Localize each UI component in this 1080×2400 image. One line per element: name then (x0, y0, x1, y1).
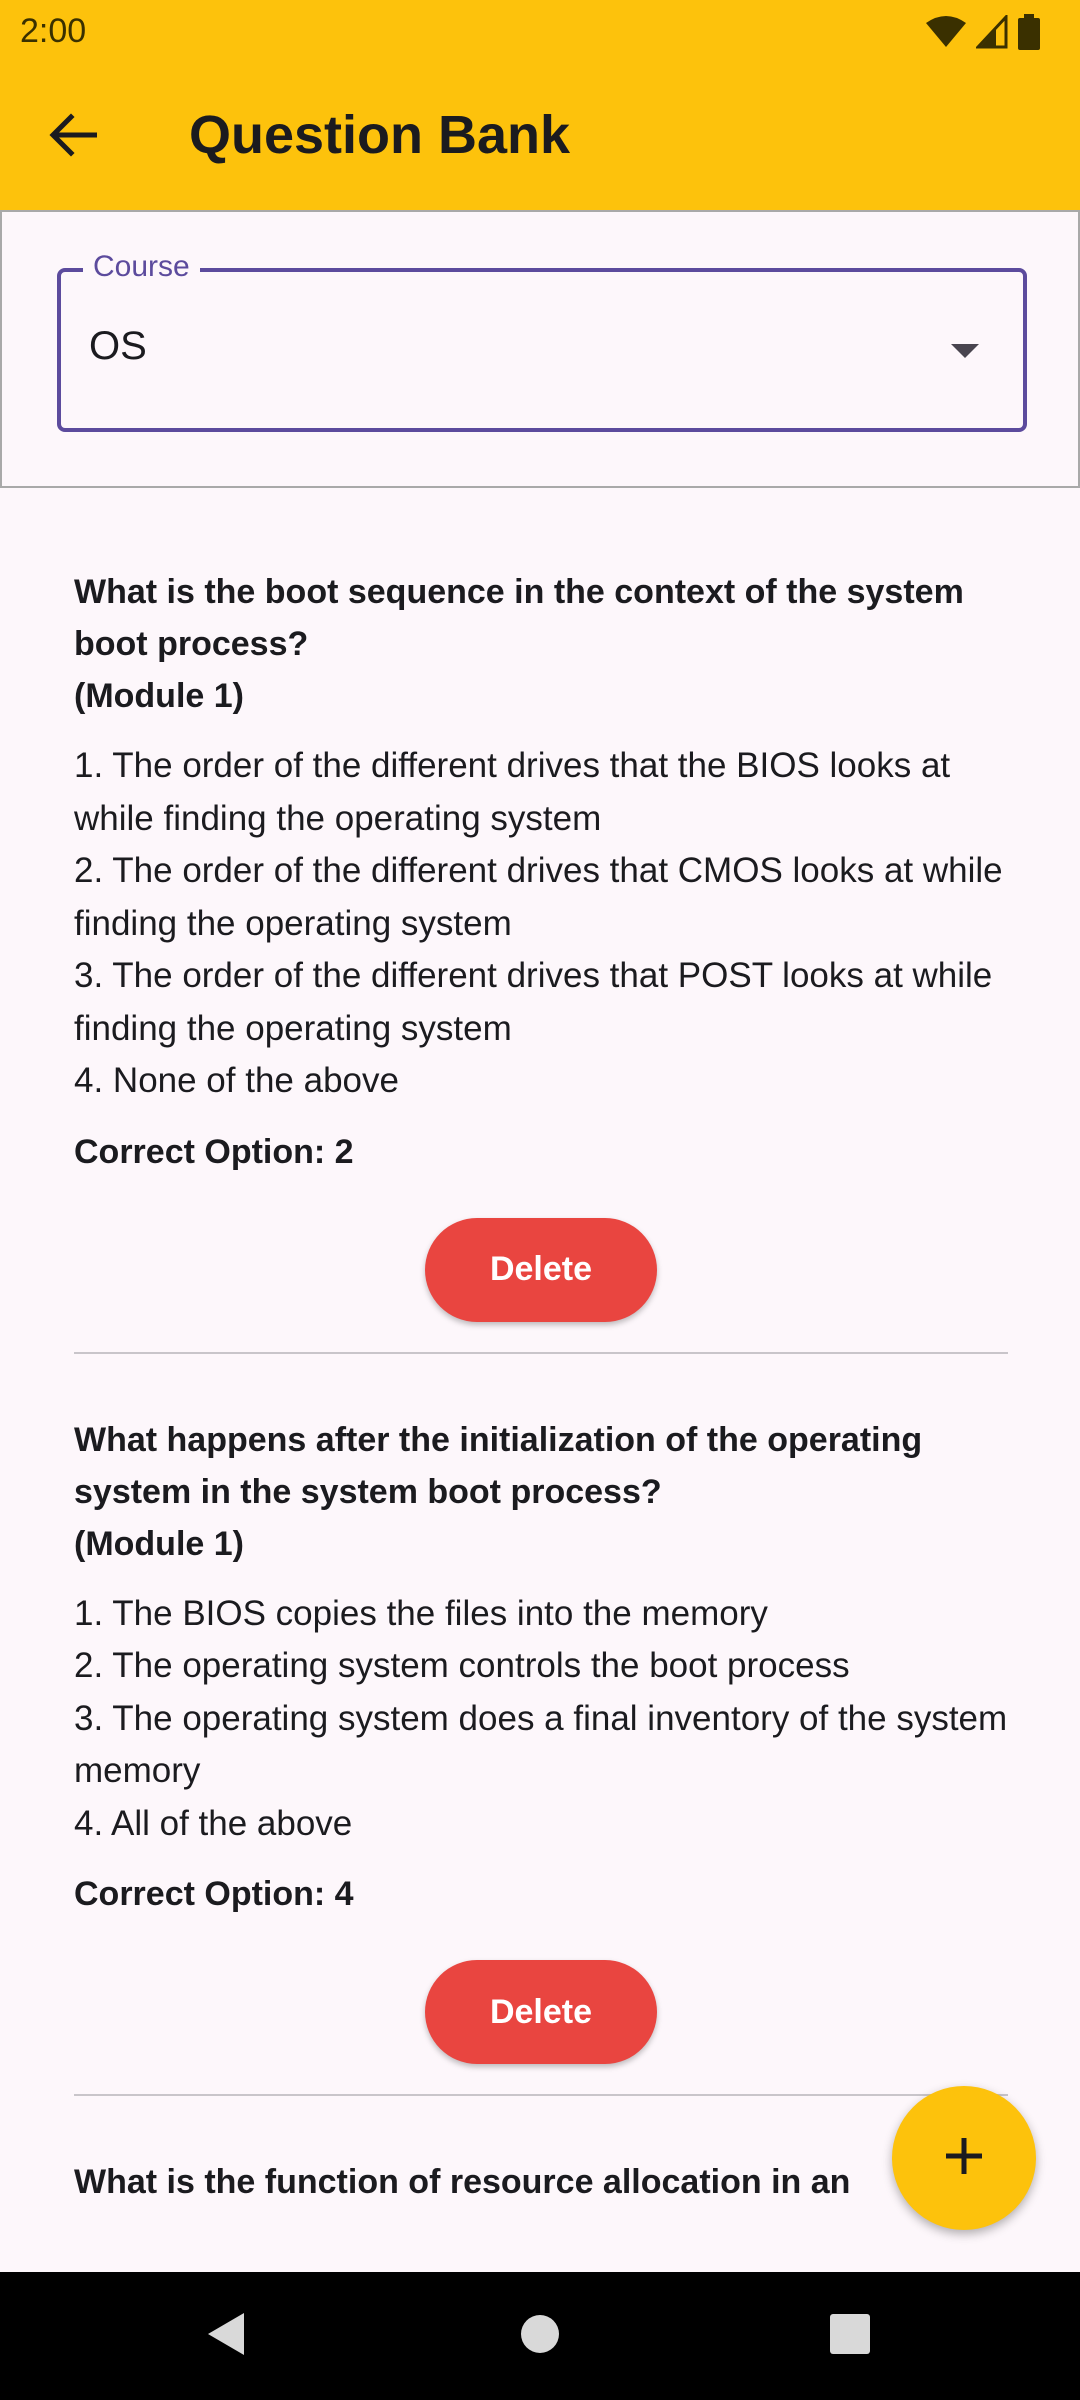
course-dropdown[interactable]: Course OS (57, 250, 1027, 432)
course-panel: Course OS (0, 210, 1080, 488)
app-bar: Question Bank (0, 64, 1080, 210)
signal-icon (974, 13, 1008, 54)
status-time: 2:00 (20, 12, 87, 50)
page-title: Question Bank (189, 105, 571, 165)
back-button[interactable] (30, 99, 116, 175)
question-text: What is the function of resource allocat… (74, 2163, 851, 2201)
delete-button[interactable]: Delete (425, 1960, 657, 2064)
nav-home-button[interactable] (500, 2296, 580, 2376)
course-label: Course (83, 250, 200, 284)
correct-option: Correct Option: 4 (74, 1875, 354, 1913)
question-card: What is the function of resource allocat… (74, 2096, 1008, 2208)
battery-icon (1018, 14, 1040, 55)
question-list[interactable]: What is the boot sequence in the context… (0, 488, 1080, 2222)
recents-square-icon (829, 2313, 871, 2360)
question-text: What happens after the initialization of… (74, 1420, 923, 1563)
course-value: OS (89, 324, 147, 368)
option-item: 1. The BIOS copies the files into the me… (74, 1593, 768, 1633)
question-text: What is the boot sequence in the context… (74, 573, 964, 715)
system-nav-bar (0, 2272, 1080, 2400)
chevron-down-icon (951, 344, 979, 358)
back-triangle-icon (204, 2311, 248, 2362)
option-item: 2. The operating system controls the boo… (74, 1646, 850, 1685)
plus-icon (942, 2134, 986, 2183)
option-item: 2. The order of the different drives tha… (74, 851, 1003, 943)
status-icons (926, 13, 1040, 55)
nav-back-button[interactable] (186, 2296, 266, 2376)
correct-option: Correct Option: 2 (74, 1132, 354, 1171)
arrow-left-icon (49, 112, 98, 162)
option-item: 1. The order of the different drives tha… (74, 746, 951, 838)
question-module: (Module 1) (74, 677, 244, 715)
wifi-icon (926, 15, 966, 54)
option-item: 3. The order of the different drives tha… (74, 956, 993, 1048)
status-bar: 2:00 (0, 0, 1080, 64)
home-circle-icon (519, 2313, 561, 2360)
option-list: 1. The order of the different drives tha… (74, 740, 1008, 1108)
question-card: What happens after the initialization of… (74, 1354, 1008, 2096)
question-card: What is the boot sequence in the context… (74, 488, 1008, 1354)
option-item: 4. All of the above (74, 1803, 353, 1843)
option-list: 1. The BIOS copies the files into the me… (74, 1588, 1008, 1851)
question-module: (Module 1) (74, 1524, 244, 1563)
delete-button[interactable]: Delete (425, 1217, 657, 1322)
option-item: 4. None of the above (74, 1061, 399, 1100)
add-question-button[interactable] (892, 2086, 1036, 2230)
nav-recents-button[interactable] (810, 2296, 890, 2376)
option-item: 3. The operating system does a final inv… (74, 1698, 1008, 1791)
